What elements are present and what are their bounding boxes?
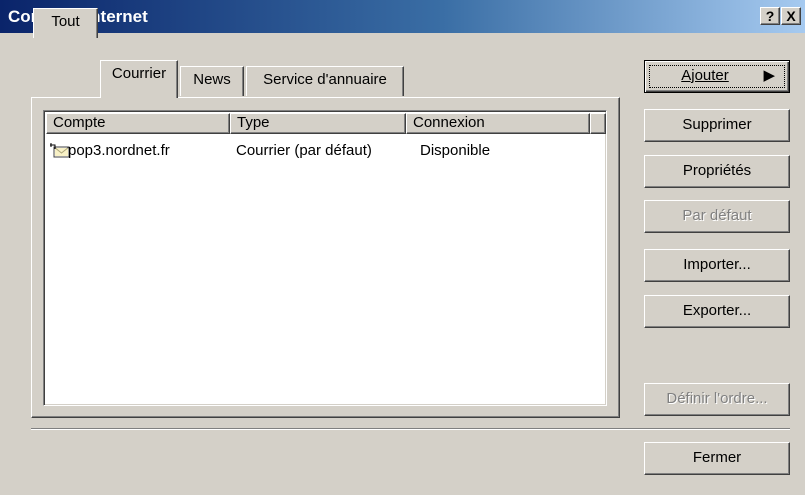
tab-service-annuaire[interactable]: Service d'annuaire [246,66,404,96]
cell-compte: pop3.nordnet.fr [68,142,170,159]
accounts-list[interactable]: Compte Type Connexion pop3.nordnet.fr Co… [43,110,607,406]
ajouter-button[interactable]: Ajouter ▶ [644,60,790,93]
supprimer-button[interactable]: Supprimer [644,109,790,142]
title-bar: Comptes Internet ? X [0,0,805,33]
par-defaut-button[interactable]: Par défaut [644,200,790,233]
column-header-filler [590,113,606,134]
separator-line [31,428,790,430]
table-row[interactable]: pop3.nordnet.fr Courrier (par défaut) Di… [46,141,602,161]
close-button[interactable]: X [781,7,801,25]
definir-ordre-button[interactable]: Définir l'ordre... [644,383,790,416]
cell-type: Courrier (par défaut) [236,142,372,159]
help-button[interactable]: ? [760,7,780,25]
arrow-right-icon: ▶ [763,67,775,84]
cell-connexion: Disponible [420,142,491,159]
exporter-button[interactable]: Exporter... [644,295,790,328]
tab-news[interactable]: News [180,66,244,96]
column-header-connexion[interactable]: Connexion [406,113,590,134]
column-header-compte[interactable]: Compte [46,113,230,134]
tab-tout[interactable]: Tout [33,8,98,38]
importer-button[interactable]: Importer... [644,249,790,282]
list-header: Compte Type Connexion [46,113,606,134]
proprietes-button[interactable]: Propriétés [644,155,790,188]
column-header-type[interactable]: Type [230,113,406,134]
tab-courrier[interactable]: Courrier [100,60,178,98]
fermer-button[interactable]: Fermer [644,442,790,475]
mail-account-icon [50,143,70,163]
